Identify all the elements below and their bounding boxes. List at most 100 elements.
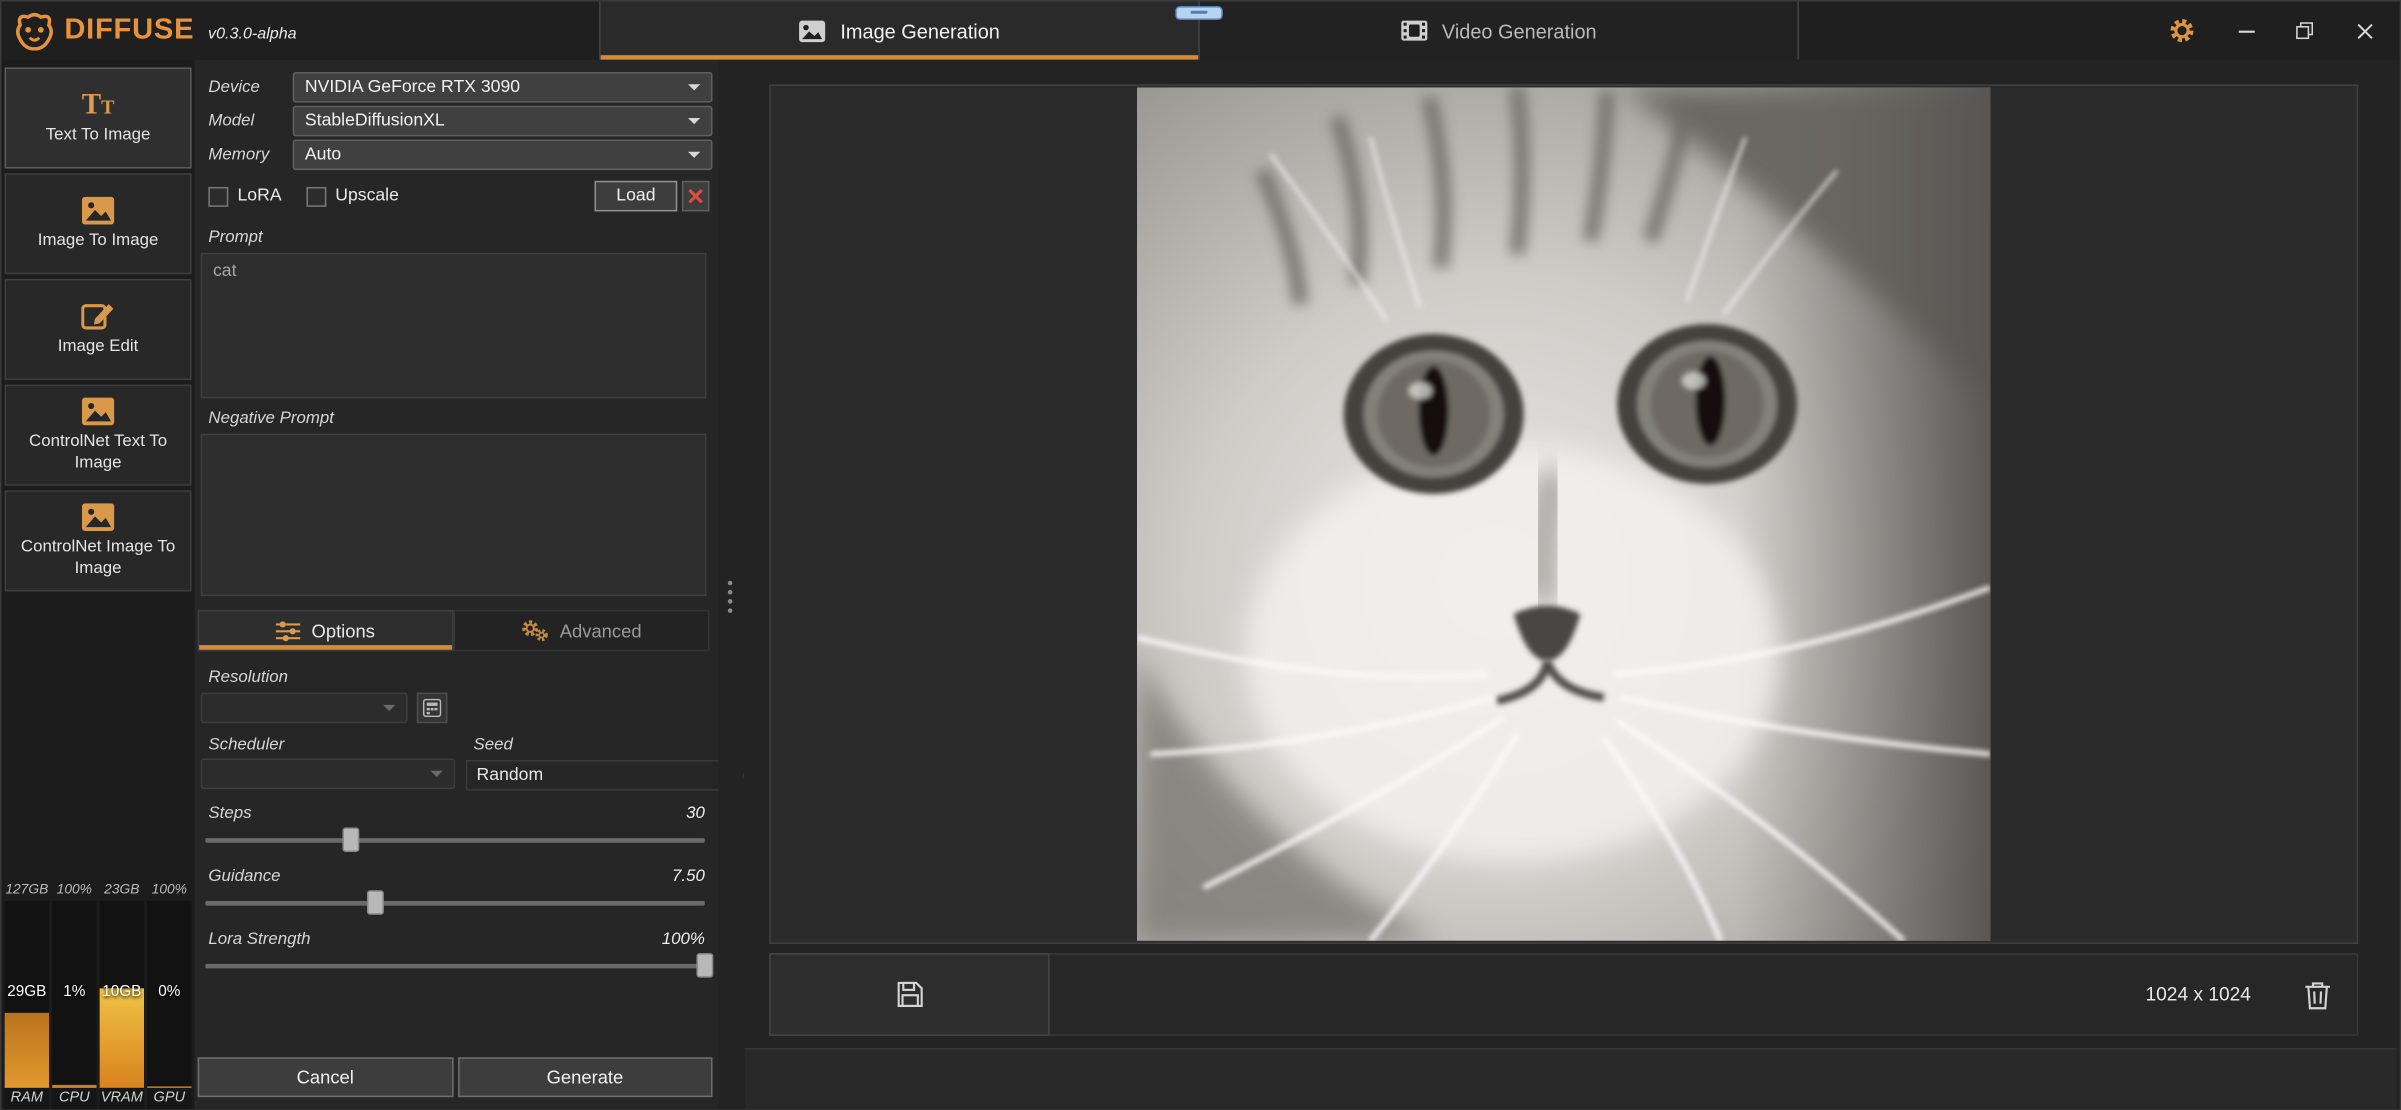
lora-strength-slider: [205, 953, 705, 979]
guidance-slider: [205, 890, 705, 916]
sidebar-item-label: Text To Image: [46, 125, 151, 146]
cpu-gauge-fill: [52, 1084, 96, 1088]
image-to-image-icon: [81, 196, 115, 225]
lora-strength-label: Lora Strength: [208, 930, 310, 948]
controlnet-text-to-image-icon: [81, 396, 115, 425]
negative-prompt-input[interactable]: [201, 434, 707, 596]
panel-splitter[interactable]: [719, 60, 744, 1110]
device-dropdown[interactable]: NVIDIA GeForce RTX 3090: [293, 71, 713, 102]
sidebar-item-controlnet-image-to-image[interactable]: ControlNet Image To Image: [5, 490, 192, 591]
sidebar-item-image-to-image[interactable]: Image To Image: [5, 173, 192, 274]
tab-options[interactable]: Options: [198, 610, 454, 651]
trash-icon: [2304, 980, 2330, 1009]
vram-gauge: 10GB: [100, 901, 144, 1088]
model-value: StableDiffusionXL: [305, 111, 445, 129]
gpu-gauge: 0%: [147, 901, 191, 1088]
sidebar-item-text-to-image[interactable]: TT Text To Image: [5, 67, 192, 168]
splitter-grip-icon: [728, 581, 733, 613]
memory-dropdown[interactable]: Auto: [293, 139, 713, 170]
app-title: DIFFUSE: [64, 14, 194, 48]
minimize-button[interactable]: [2219, 2, 2276, 60]
lora-strength-value: 100%: [662, 930, 705, 948]
guidance-value: 7.50: [672, 867, 705, 885]
resolution-label: Resolution: [208, 668, 288, 686]
text-to-image-icon: TT: [82, 90, 115, 119]
gpu-monitor: 100% 0% GPU: [147, 881, 191, 1109]
seed-input[interactable]: [466, 759, 723, 790]
image-edit-icon: [81, 301, 115, 332]
unload-button[interactable]: [682, 181, 710, 212]
image-canvas: [769, 84, 2358, 944]
red-x-icon: [688, 188, 703, 203]
sidebar-item-label: ControlNet Image To Image: [9, 537, 187, 579]
save-icon: [896, 981, 924, 1009]
sidebar-item-image-edit[interactable]: Image Edit: [5, 279, 192, 380]
lora-checkbox[interactable]: [208, 186, 228, 206]
titlebar: DIFFUSE v0.3.0-alpha Image Generation: [2, 2, 2400, 60]
prompt-label: Prompt: [198, 228, 713, 246]
cpu-max-label: 100%: [52, 881, 96, 899]
sidebar-item-label: ControlNet Text To Image: [9, 432, 187, 474]
lora-strength-slider-thumb[interactable]: [696, 953, 713, 978]
gpu-value: 0%: [147, 983, 191, 1000]
load-button[interactable]: Load: [595, 181, 678, 212]
save-image-button[interactable]: [769, 953, 1049, 1036]
system-monitors: 127GB 29GB RAM 100% 1% CPU 23G: [2, 881, 195, 1109]
cpu-monitor: 100% 1% CPU: [52, 881, 96, 1109]
image-generation-icon: [799, 19, 827, 42]
ram-name-label: RAM: [5, 1088, 49, 1109]
vram-name-label: VRAM: [100, 1088, 144, 1109]
ram-value: 29GB: [5, 983, 49, 1000]
advanced-gears-icon: [521, 619, 549, 642]
memory-label: Memory: [198, 145, 293, 163]
settings-gear-button[interactable]: [2153, 2, 2210, 60]
steps-slider-thumb[interactable]: [342, 827, 359, 852]
generated-image: [1137, 87, 1990, 940]
tab-options-label: Options: [312, 620, 375, 641]
resolution-dropdown[interactable]: [201, 693, 408, 724]
tab-advanced[interactable]: Advanced: [454, 610, 710, 651]
vram-value: 10GB: [100, 983, 144, 1000]
gpu-max-label: 100%: [147, 881, 191, 899]
guidance-slider-thumb[interactable]: [367, 890, 384, 915]
device-value: NVIDIA GeForce RTX 3090: [305, 77, 520, 95]
close-icon: [2356, 22, 2373, 39]
ram-gauge-fill: [5, 1013, 49, 1088]
calculator-icon: [423, 699, 441, 717]
steps-slider: [205, 827, 705, 853]
gear-icon: [2167, 17, 2195, 45]
scheduler-label: Scheduler: [201, 736, 461, 754]
sidebar-item-controlnet-text-to-image[interactable]: ControlNet Text To Image: [5, 385, 192, 486]
maximize-icon: [2295, 21, 2313, 39]
tab-video-generation-label: Video Generation: [1442, 19, 1597, 42]
maximize-button[interactable]: [2275, 2, 2332, 60]
model-label: Model: [198, 111, 293, 129]
app-logo-icon: [14, 11, 55, 49]
scheduler-dropdown[interactable]: [201, 758, 455, 789]
model-dropdown[interactable]: StableDiffusionXL: [293, 105, 713, 136]
device-label: Device: [198, 77, 293, 95]
ram-gauge: 29GB: [5, 901, 49, 1088]
cancel-button[interactable]: Cancel: [198, 1057, 453, 1097]
delete-image-button[interactable]: [2285, 962, 2349, 1026]
generate-button[interactable]: Generate: [457, 1057, 712, 1097]
tab-advanced-label: Advanced: [560, 620, 642, 641]
settings-tab-strip: Options Advanced: [198, 610, 710, 651]
vram-max-label: 23GB: [100, 881, 144, 899]
guidance-slider-track[interactable]: [205, 901, 705, 906]
upscale-checkbox[interactable]: [306, 186, 326, 206]
prompt-input[interactable]: cat: [201, 253, 707, 399]
close-button[interactable]: [2332, 2, 2396, 60]
tab-image-generation[interactable]: Image Generation: [601, 2, 1199, 60]
negative-prompt-label: Negative Prompt: [198, 409, 713, 427]
mode-sidebar: TT Text To Image Image To Image Image Ed…: [2, 60, 195, 1110]
tab-video-generation[interactable]: Video Generation: [1198, 2, 1797, 60]
steps-slider-track[interactable]: [205, 838, 705, 843]
image-resolution-label: 1024 x 1024: [2146, 984, 2251, 1005]
preview-panel: 1024 x 1024: [743, 60, 2399, 1110]
lora-strength-slider-track[interactable]: [205, 964, 705, 969]
cpu-value: 1%: [52, 983, 96, 1000]
controlnet-image-to-image-icon: [81, 502, 115, 531]
resolution-calc-button[interactable]: [417, 693, 448, 724]
preview-toolbar: 1024 x 1024: [769, 953, 2358, 1036]
